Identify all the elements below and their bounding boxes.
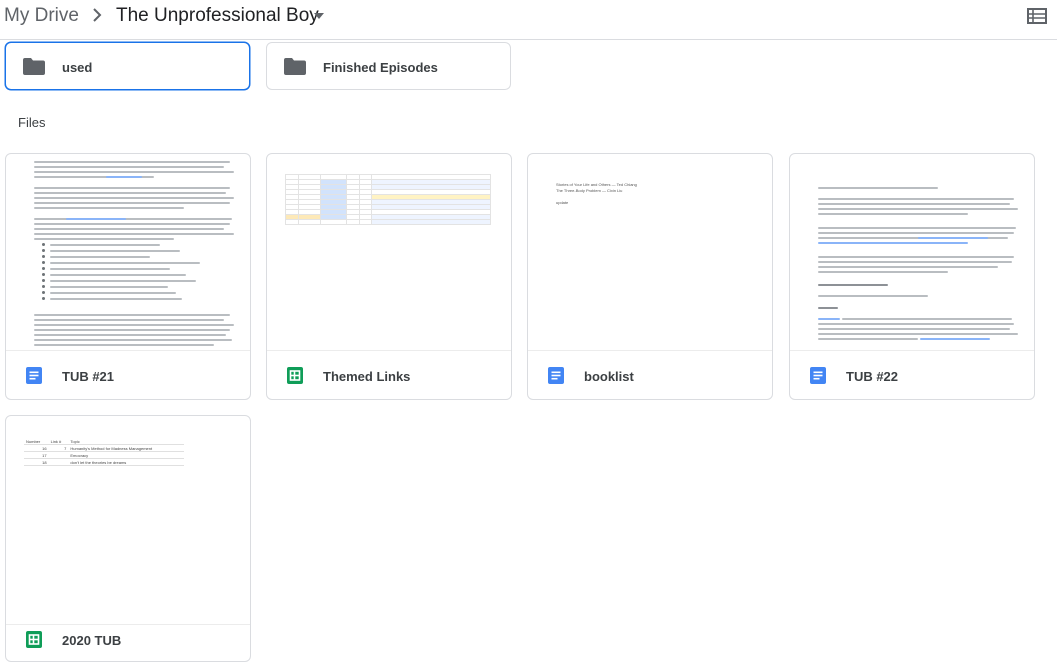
doc-preview-thumbnail: [6, 154, 250, 350]
breadcrumb-current-folder[interactable]: The Unprofessional Boy: [116, 5, 319, 27]
doc-preview-thumbnail: [790, 154, 1034, 350]
chevron-right-icon: [93, 8, 102, 22]
breadcrumb-my-drive[interactable]: My Drive: [4, 5, 79, 27]
file-card-footer: Themed Links: [267, 350, 511, 399]
preview-line: update: [556, 200, 569, 205]
file-card-footer: booklist: [528, 350, 772, 399]
file-card-tub-22[interactable]: TUB #22: [789, 153, 1035, 400]
preview-cell: 16: [24, 444, 49, 452]
file-name: 2020 TUB: [62, 633, 122, 648]
file-card-footer: TUB #22: [790, 350, 1034, 399]
google-docs-icon: [26, 367, 42, 384]
preview-line: The Three-Body Problem — Cixin Liu: [556, 188, 623, 193]
folder-finished-episodes[interactable]: Finished Episodes: [266, 42, 511, 90]
google-sheets-icon: [26, 631, 42, 648]
folder-used[interactable]: used: [5, 42, 250, 90]
folder-name: Finished Episodes: [323, 60, 438, 75]
file-card-footer: 2020 TUB: [6, 624, 250, 661]
preview-cell: 17: [24, 451, 49, 459]
preview-cell: 18: [24, 458, 49, 466]
folder-name: used: [62, 60, 93, 75]
preview-cell: Humanity's Method for Madness Management: [68, 444, 184, 452]
list-view-icon[interactable]: [1026, 6, 1048, 26]
file-card-booklist[interactable]: Stories of Your Life and Others — Ted Ch…: [527, 153, 773, 400]
google-sheets-icon: [287, 367, 303, 384]
folder-icon: [23, 58, 45, 75]
caret-down-icon[interactable]: [313, 11, 325, 21]
google-docs-icon: [548, 367, 564, 384]
doc-preview-thumbnail: Stories of Your Life and Others — Ted Ch…: [528, 154, 772, 350]
sheet-preview-thumbnail: [267, 154, 511, 350]
sheet-preview-thumbnail: Number Link # Topic 16 7 Humanity's Meth…: [6, 416, 250, 612]
preview-cell: [48, 451, 69, 459]
file-name: Themed Links: [323, 369, 411, 384]
preview-cell: Emocracy: [68, 451, 184, 459]
file-card-themed-links[interactable]: Themed Links: [266, 153, 512, 400]
folder-icon: [284, 58, 306, 75]
google-docs-icon: [810, 367, 826, 384]
preview-cell: don't let the theories be dreams: [68, 458, 184, 466]
files-section-label: Files: [18, 115, 46, 130]
header-bar: My Drive The Unprofessional Boy: [0, 0, 1057, 40]
preview-cell: [48, 458, 69, 466]
file-card-footer: TUB #21: [6, 350, 250, 399]
file-name: TUB #22: [846, 369, 899, 384]
file-name: TUB #21: [62, 369, 115, 384]
file-card-tub-21[interactable]: TUB #21: [5, 153, 251, 400]
file-name: booklist: [584, 369, 634, 384]
file-card-2020-tub[interactable]: Number Link # Topic 16 7 Humanity's Meth…: [5, 415, 251, 662]
preview-cell: 7: [48, 444, 69, 452]
